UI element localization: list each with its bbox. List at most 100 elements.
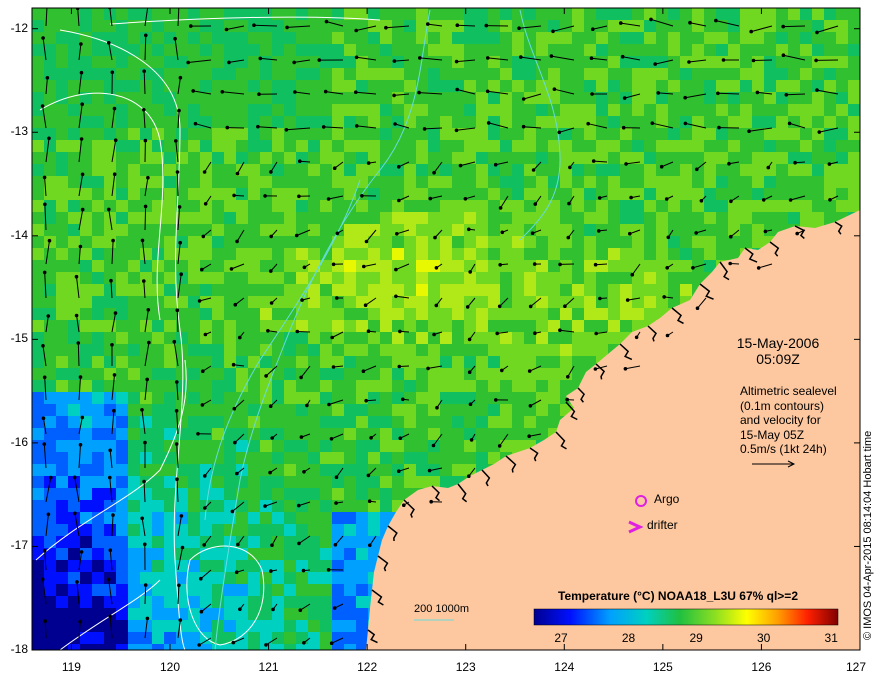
sst-cell	[344, 20, 356, 32]
sst-cell	[188, 344, 200, 356]
velocity-arrow-head	[79, 70, 84, 75]
sst-cell	[440, 464, 452, 476]
sst-cell	[416, 284, 428, 296]
velocity-arrow-head	[454, 128, 459, 133]
velocity-arrow-head	[395, 232, 399, 236]
velocity-arrow-head	[108, 475, 112, 480]
sst-cell	[440, 284, 452, 296]
sst-cell	[524, 248, 536, 260]
sst-cell	[260, 572, 272, 584]
velocity-arrow-head	[113, 138, 118, 142]
sst-cell	[68, 356, 80, 368]
velocity-arrow-head	[624, 162, 628, 166]
sst-cell	[416, 416, 428, 428]
sst-cell	[140, 428, 152, 440]
sst-cell	[104, 536, 116, 548]
sst-cell	[260, 104, 272, 116]
sst-cell	[692, 80, 704, 92]
sst-cell	[524, 8, 536, 20]
velocity-arrow-head	[233, 440, 237, 445]
sst-cell	[308, 368, 320, 380]
sst-cell	[404, 344, 416, 356]
sst-cell	[320, 152, 332, 164]
velocity-arrow-head	[175, 308, 180, 313]
sst-cell	[368, 344, 380, 356]
velocity-arrow-head	[557, 130, 562, 135]
sst-cell	[764, 32, 776, 44]
sst-cell	[272, 56, 284, 68]
velocity-arrow-head	[398, 329, 402, 334]
sst-cell	[44, 44, 56, 56]
plot-area	[32, 8, 860, 650]
sst-cell	[296, 140, 308, 152]
sst-cell	[704, 164, 716, 176]
sst-cell	[200, 392, 212, 404]
sst-cell	[320, 536, 332, 548]
sst-cell	[236, 500, 248, 512]
sst-cell	[848, 8, 860, 20]
drifter-label: drifter	[647, 518, 678, 532]
sst-cell	[332, 68, 344, 80]
sst-cell	[404, 80, 416, 92]
sst-cell	[332, 464, 344, 476]
sst-cell	[296, 200, 308, 212]
sst-cell	[404, 44, 416, 56]
sst-cell	[272, 44, 284, 56]
sst-cell	[464, 380, 476, 392]
sst-cell	[68, 68, 80, 80]
sst-cell	[80, 284, 92, 296]
sst-cell	[632, 80, 644, 92]
sst-cell	[716, 128, 728, 140]
sst-cell	[344, 32, 356, 44]
y-tick-label: -18	[10, 642, 28, 656]
sst-cell	[692, 20, 704, 32]
sst-cell	[512, 188, 524, 200]
sst-cell	[608, 164, 620, 176]
sst-cell	[152, 620, 164, 632]
sst-cell	[344, 440, 356, 452]
sst-cell	[380, 488, 392, 500]
sst-cell	[464, 176, 476, 188]
sst-cell	[644, 44, 656, 56]
sst-cell	[500, 284, 512, 296]
sst-cell	[80, 224, 92, 236]
sst-cell	[248, 584, 260, 596]
sst-cell	[428, 8, 440, 20]
sst-cell	[92, 608, 104, 620]
sst-cell	[164, 320, 176, 332]
velocity-arrow-head	[397, 364, 402, 369]
sst-cell	[92, 224, 104, 236]
sst-cell	[488, 260, 500, 272]
sst-cell	[80, 476, 92, 488]
sst-cell	[488, 92, 500, 104]
sst-cell	[524, 32, 536, 44]
sst-cell	[428, 452, 440, 464]
sst-cell	[272, 476, 284, 488]
sst-cell	[128, 68, 140, 80]
sst-cell	[188, 512, 200, 524]
sst-cell	[296, 68, 308, 80]
velocity-arrow-head	[78, 443, 83, 447]
sst-cell	[248, 56, 260, 68]
sst-cell	[680, 44, 692, 56]
sst-cell	[176, 32, 188, 44]
sst-cell	[140, 164, 152, 176]
sst-cell	[500, 272, 512, 284]
velocity-arrow-head	[110, 343, 114, 347]
sst-cell	[476, 92, 488, 104]
sst-cell	[656, 224, 668, 236]
sst-cell	[560, 32, 572, 44]
sst-cell	[356, 512, 368, 524]
sst-cell	[740, 8, 752, 20]
sst-cell	[332, 44, 344, 56]
sst-cell	[224, 104, 236, 116]
sst-cell	[200, 416, 212, 428]
sst-cell	[416, 104, 428, 116]
sst-cell	[260, 620, 272, 632]
sst-cell	[332, 116, 344, 128]
sst-cell	[188, 440, 200, 452]
sst-cell	[500, 140, 512, 152]
sst-cell	[332, 320, 344, 332]
sst-cell	[452, 44, 464, 56]
sst-cell	[200, 152, 212, 164]
